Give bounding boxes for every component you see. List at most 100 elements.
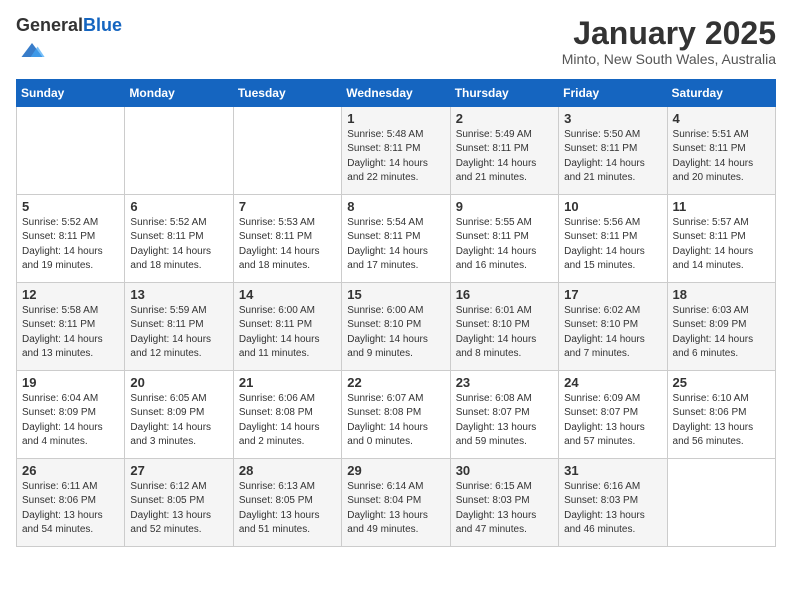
day-cell-7: 7 Sunrise: 5:53 AMSunset: 8:11 PMDaylight… — [233, 194, 341, 282]
day-info: Sunrise: 5:48 AMSunset: 8:11 PMDaylight:… — [347, 128, 444, 186]
day-number: 19 — [22, 375, 119, 390]
day-number: 13 — [130, 287, 227, 302]
day-cell-8: 8 Sunrise: 5:54 AMSunset: 8:11 PMDaylight… — [342, 194, 450, 282]
day-number: 3 — [564, 111, 661, 126]
day-cell-11: 11 Sunrise: 5:57 AMSunset: 8:11 PMDayligh… — [667, 194, 775, 282]
day-cell-16: 16 Sunrise: 6:01 AMSunset: 8:10 PMDayligh… — [450, 282, 558, 370]
logo-blue-text: Blue — [83, 15, 122, 35]
weekday-header-row: SundayMondayTuesdayWednesdayThursdayFrid… — [17, 79, 776, 106]
day-cell-29: 29 Sunrise: 6:14 AMSunset: 8:04 PMDayligh… — [342, 458, 450, 546]
empty-cell — [233, 106, 341, 194]
title-block: January 2025 Minto, New South Wales, Aus… — [562, 16, 776, 67]
day-number: 2 — [456, 111, 553, 126]
day-cell-15: 15 Sunrise: 6:00 AMSunset: 8:10 PMDayligh… — [342, 282, 450, 370]
day-cell-28: 28Sunrise: 6:13 AMSunset: 8:05 PMDayligh… — [233, 458, 341, 546]
day-info: Sunrise: 5:55 AMSunset: 8:11 PMDaylight:… — [456, 216, 553, 274]
day-cell-3: 3 Sunrise: 5:50 AMSunset: 8:11 PMDaylight… — [559, 106, 667, 194]
weekday-header-thursday: Thursday — [450, 79, 558, 106]
day-number: 30 — [456, 463, 553, 478]
day-number: 20 — [130, 375, 227, 390]
day-info: Sunrise: 5:53 AMSunset: 8:11 PMDaylight:… — [239, 216, 336, 274]
day-info: Sunrise: 6:11 AMSunset: 8:06 PMDaylight:… — [22, 480, 119, 538]
weekday-header-tuesday: Tuesday — [233, 79, 341, 106]
day-info: Sunrise: 6:13 AMSunset: 8:05 PMDaylight:… — [239, 480, 336, 538]
location-subtitle: Minto, New South Wales, Australia — [562, 51, 776, 67]
day-info: Sunrise: 5:58 AMSunset: 8:11 PMDaylight:… — [22, 304, 119, 362]
day-number: 17 — [564, 287, 661, 302]
day-number: 25 — [673, 375, 770, 390]
day-number: 11 — [673, 199, 770, 214]
day-info: Sunrise: 6:12 AMSunset: 8:05 PMDaylight:… — [130, 480, 227, 538]
day-number: 4 — [673, 111, 770, 126]
day-number: 27 — [130, 463, 227, 478]
day-info: Sunrise: 6:08 AMSunset: 8:07 PMDaylight:… — [456, 392, 553, 450]
day-cell-23: 23 Sunrise: 6:08 AMSunset: 8:07 PMDayligh… — [450, 370, 558, 458]
day-info: Sunrise: 5:59 AMSunset: 8:11 PMDaylight:… — [130, 304, 227, 362]
day-cell-1: 1 Sunrise: 5:48 AMSunset: 8:11 PMDaylight… — [342, 106, 450, 194]
day-info: Sunrise: 6:04 AMSunset: 8:09 PMDaylight:… — [22, 392, 119, 450]
empty-cell — [17, 106, 125, 194]
day-info: Sunrise: 5:54 AMSunset: 8:11 PMDaylight:… — [347, 216, 444, 274]
page-header: GeneralBlue January 2025 Minto, New Sout… — [16, 16, 776, 69]
day-number: 21 — [239, 375, 336, 390]
week-row-2: 5 Sunrise: 5:52 AMSunset: 8:11 PMDaylight… — [17, 194, 776, 282]
day-cell-6: 6 Sunrise: 5:52 AMSunset: 8:11 PMDaylight… — [125, 194, 233, 282]
week-row-4: 19 Sunrise: 6:04 AMSunset: 8:09 PMDayligh… — [17, 370, 776, 458]
day-cell-20: 20Sunrise: 6:05 AMSunset: 8:09 PMDayligh… — [125, 370, 233, 458]
day-number: 10 — [564, 199, 661, 214]
day-info: Sunrise: 5:57 AMSunset: 8:11 PMDaylight:… — [673, 216, 770, 274]
day-info: Sunrise: 5:51 AMSunset: 8:11 PMDaylight:… — [673, 128, 770, 186]
month-title: January 2025 — [562, 16, 776, 51]
day-number: 23 — [456, 375, 553, 390]
day-cell-24: 24Sunrise: 6:09 AMSunset: 8:07 PMDayligh… — [559, 370, 667, 458]
day-cell-4: 4 Sunrise: 5:51 AMSunset: 8:11 PMDaylight… — [667, 106, 775, 194]
day-cell-22: 22Sunrise: 6:07 AMSunset: 8:08 PMDayligh… — [342, 370, 450, 458]
day-cell-31: 31 Sunrise: 6:16 AMSunset: 8:03 PMDayligh… — [559, 458, 667, 546]
calendar-table: SundayMondayTuesdayWednesdayThursdayFrid… — [16, 79, 776, 547]
day-number: 24 — [564, 375, 661, 390]
logo-general-text: General — [16, 15, 83, 35]
day-number: 8 — [347, 199, 444, 214]
day-number: 22 — [347, 375, 444, 390]
day-number: 9 — [456, 199, 553, 214]
empty-cell — [125, 106, 233, 194]
weekday-header-monday: Monday — [125, 79, 233, 106]
day-number: 7 — [239, 199, 336, 214]
week-row-3: 12 Sunrise: 5:58 AMSunset: 8:11 PMDayligh… — [17, 282, 776, 370]
day-number: 6 — [130, 199, 227, 214]
day-number: 18 — [673, 287, 770, 302]
day-info: Sunrise: 6:16 AMSunset: 8:03 PMDaylight:… — [564, 480, 661, 538]
day-info: Sunrise: 5:50 AMSunset: 8:11 PMDaylight:… — [564, 128, 661, 186]
day-info: Sunrise: 5:52 AMSunset: 8:11 PMDaylight:… — [22, 216, 119, 274]
day-number: 31 — [564, 463, 661, 478]
day-number: 14 — [239, 287, 336, 302]
day-cell-18: 18 Sunrise: 6:03 AMSunset: 8:09 PMDayligh… — [667, 282, 775, 370]
day-number: 5 — [22, 199, 119, 214]
weekday-header-saturday: Saturday — [667, 79, 775, 106]
day-info: Sunrise: 5:52 AMSunset: 8:11 PMDaylight:… — [130, 216, 227, 274]
day-number: 29 — [347, 463, 444, 478]
logo-icon — [18, 36, 46, 64]
day-info: Sunrise: 6:03 AMSunset: 8:09 PMDaylight:… — [673, 304, 770, 362]
day-number: 1 — [347, 111, 444, 126]
day-info: Sunrise: 6:14 AMSunset: 8:04 PMDaylight:… — [347, 480, 444, 538]
day-info: Sunrise: 5:49 AMSunset: 8:11 PMDaylight:… — [456, 128, 553, 186]
day-number: 15 — [347, 287, 444, 302]
day-cell-27: 27 Sunrise: 6:12 AMSunset: 8:05 PMDayligh… — [125, 458, 233, 546]
day-info: Sunrise: 6:00 AMSunset: 8:11 PMDaylight:… — [239, 304, 336, 362]
day-info: Sunrise: 5:56 AMSunset: 8:11 PMDaylight:… — [564, 216, 661, 274]
day-info: Sunrise: 6:15 AMSunset: 8:03 PMDaylight:… — [456, 480, 553, 538]
day-info: Sunrise: 6:06 AMSunset: 8:08 PMDaylight:… — [239, 392, 336, 450]
weekday-header-friday: Friday — [559, 79, 667, 106]
day-cell-2: 2 Sunrise: 5:49 AMSunset: 8:11 PMDaylight… — [450, 106, 558, 194]
day-cell-5: 5 Sunrise: 5:52 AMSunset: 8:11 PMDaylight… — [17, 194, 125, 282]
day-info: Sunrise: 6:01 AMSunset: 8:10 PMDaylight:… — [456, 304, 553, 362]
day-info: Sunrise: 6:02 AMSunset: 8:10 PMDaylight:… — [564, 304, 661, 362]
day-cell-30: 30 Sunrise: 6:15 AMSunset: 8:03 PMDayligh… — [450, 458, 558, 546]
day-info: Sunrise: 6:00 AMSunset: 8:10 PMDaylight:… — [347, 304, 444, 362]
day-cell-21: 21 Sunrise: 6:06 AMSunset: 8:08 PMDayligh… — [233, 370, 341, 458]
week-row-5: 26Sunrise: 6:11 AMSunset: 8:06 PMDayligh… — [17, 458, 776, 546]
day-number: 16 — [456, 287, 553, 302]
day-number: 12 — [22, 287, 119, 302]
day-cell-26: 26Sunrise: 6:11 AMSunset: 8:06 PMDayligh… — [17, 458, 125, 546]
